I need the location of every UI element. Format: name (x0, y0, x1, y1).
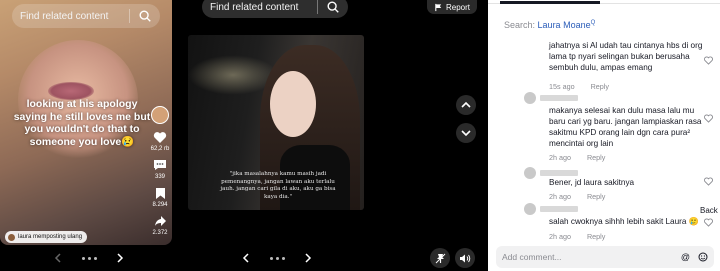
pager-dots (268, 256, 286, 260)
pager-dot[interactable] (275, 256, 279, 260)
bookmark-button[interactable] (152, 185, 168, 201)
repost-label: laura memposting ulang (18, 234, 83, 240)
heart-icon[interactable] (704, 218, 713, 227)
tiktok-viewer: Find related content looking at his apol… (0, 0, 720, 271)
pager-dot[interactable] (281, 256, 285, 260)
panel-tabs[interactable] (488, 0, 720, 4)
comment-button[interactable] (152, 157, 168, 173)
comment-count: 339 (154, 174, 165, 180)
comment-text: salah cwoknya sihhh lebih sakit Laura 🥲 (549, 217, 699, 226)
comment-time: 2h ago (549, 153, 571, 162)
related-search-text: Find related content (20, 10, 109, 22)
volume-button[interactable] (455, 248, 475, 268)
comment-text: makanya selesai kan dulu masa lalu mu ba… (549, 106, 702, 148)
comment-text: jahatnya si Al udah tau cintanya hbs di … (549, 41, 703, 72)
heart-icon[interactable] (704, 56, 713, 65)
share-icon (154, 216, 166, 226)
prev-arrow-icon[interactable] (240, 252, 252, 264)
report-button[interactable]: Report (427, 0, 477, 14)
search-query-link[interactable]: Laura Moane (538, 20, 591, 30)
comment-avatar[interactable] (524, 92, 536, 104)
emoji-icon[interactable] (697, 252, 708, 263)
video-caption: "jika masalahnya kamu masih jadi pemenan… (220, 171, 336, 200)
related-search-pill-mid[interactable]: Find related content (202, 0, 348, 18)
comment-time: 2h ago (549, 232, 571, 241)
prev-arrow-icon[interactable] (52, 252, 64, 264)
next-arrow-icon[interactable] (114, 252, 126, 264)
report-label: Report (445, 2, 470, 12)
related-search-text: Find related content (210, 1, 299, 13)
video-side-actions: 62,2 rb 339 8.294 2.372 (148, 106, 172, 236)
video-overlay-text: looking at his apology saying he still l… (13, 98, 151, 148)
comment-text: Bener, jd laura sakitnya (549, 178, 635, 187)
comments-panel: Search: Laura MoaneQ jahatnya si Al udah… (488, 0, 720, 271)
comment-meta: 2h ago Reply (549, 231, 605, 242)
next-arrow-icon[interactable] (302, 252, 314, 264)
comment-username[interactable] (540, 95, 578, 101)
search-prefix: Search: (504, 20, 536, 30)
comment-meta: 15s ago Reply (549, 81, 609, 92)
search-icon[interactable] (138, 9, 152, 23)
pager-dot[interactable] (269, 256, 273, 260)
mention-icon[interactable]: @ (680, 252, 691, 263)
back-label[interactable]: Back (700, 205, 718, 216)
comment-time: 15s ago (549, 82, 575, 91)
pager-dot[interactable] (81, 256, 85, 260)
pin-icon (435, 253, 445, 263)
add-comment-input[interactable]: Add comment... (502, 252, 674, 262)
creator-avatar[interactable] (151, 106, 169, 124)
bookmark-icon (155, 187, 165, 199)
share-button[interactable] (152, 213, 168, 229)
heart-icon (153, 131, 167, 143)
comment-username[interactable] (540, 170, 578, 176)
search-separator (129, 9, 130, 23)
middle-video[interactable]: "jika masalahnya kamu masih jadi pemenan… (188, 35, 364, 210)
comment-bubble-icon (154, 160, 166, 170)
comment-avatar[interactable] (524, 203, 536, 215)
heart-icon[interactable] (704, 177, 713, 186)
repost-avatar (8, 233, 15, 241)
pager-dot[interactable] (87, 256, 91, 260)
like-button[interactable] (152, 129, 168, 145)
comment-time: 2h ago (549, 192, 571, 201)
active-tab-indicator (500, 1, 600, 4)
comment-username[interactable] (540, 206, 578, 212)
search-icon[interactable] (326, 0, 340, 14)
reply-button[interactable]: Reply (591, 82, 609, 91)
related-search-pill-left[interactable]: Find related content (12, 4, 160, 28)
reply-button[interactable]: Reply (587, 192, 605, 201)
pin-button[interactable] (430, 248, 450, 268)
reply-button[interactable]: Reply (587, 232, 605, 241)
left-video[interactable]: Find related content looking at his apol… (0, 0, 172, 245)
comment-meta: 2h ago Reply (549, 152, 605, 163)
heart-icon[interactable] (704, 114, 713, 123)
save-count: 8.294 (152, 202, 168, 208)
repost-badge[interactable]: laura memposting ulang (5, 231, 88, 243)
like-count: 62,2 rb (150, 146, 170, 152)
left-pager (52, 252, 126, 264)
video-face (270, 71, 316, 137)
chevron-up-icon (461, 101, 471, 108)
volume-icon (460, 254, 471, 262)
pager-dot[interactable] (93, 256, 97, 260)
middle-pager (240, 252, 314, 264)
comment-meta: 2h ago Reply (549, 191, 605, 202)
add-comment-bar: Add comment... @ (496, 246, 714, 268)
pager-dots (80, 256, 98, 260)
search-separator (317, 0, 318, 14)
comment-avatar[interactable] (524, 167, 536, 179)
flag-icon (435, 3, 442, 11)
scroll-down-button[interactable] (456, 123, 476, 143)
search-icon[interactable]: Q (591, 20, 596, 26)
reply-button[interactable]: Reply (587, 153, 605, 162)
scroll-up-button[interactable] (456, 95, 476, 115)
share-count: 2.372 (152, 230, 168, 236)
chevron-down-icon (461, 130, 471, 137)
search-context: Search: Laura MoaneQ (504, 20, 595, 30)
